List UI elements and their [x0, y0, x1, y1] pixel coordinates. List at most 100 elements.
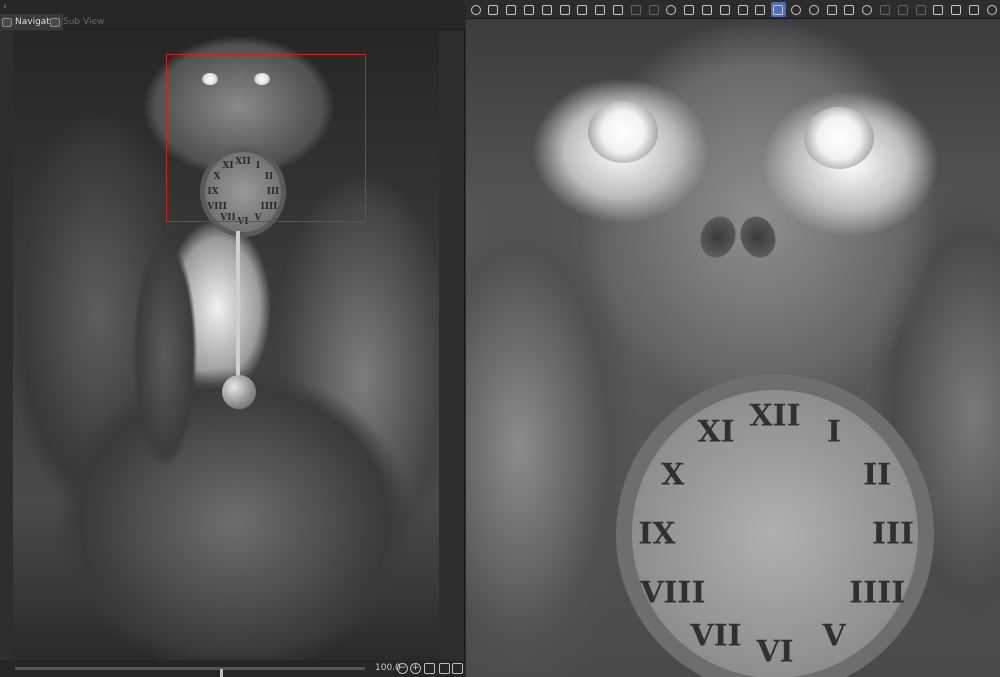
redo-icon[interactable] — [646, 2, 661, 17]
clock-numeral: X — [661, 457, 685, 493]
ruler-icon[interactable] — [753, 2, 768, 17]
loading-icon-glyph — [666, 4, 677, 15]
clock-numeral: VI — [756, 634, 794, 670]
rotate-icon-glyph — [808, 4, 819, 15]
tab-sub-view[interactable]: Sub View — [48, 14, 108, 30]
flip-icon[interactable] — [824, 2, 839, 17]
clock-numeral: III — [871, 516, 915, 552]
zoom-out-icon[interactable]: − — [397, 663, 408, 674]
rotate-view-icon[interactable] — [439, 663, 450, 674]
open-file-icon[interactable] — [539, 2, 554, 17]
hand-icon[interactable] — [966, 2, 981, 17]
confirm-icon-glyph — [915, 4, 926, 15]
layer-icon-glyph — [951, 4, 962, 15]
clip-studio-window: ‹ Navigator Sub View XII I II III IIII V VI VII… — [0, 0, 1000, 677]
transform-icon-glyph — [737, 4, 748, 15]
hand-icon-glyph — [968, 4, 979, 15]
pendulum-bob — [222, 375, 256, 409]
flip-icon-glyph — [826, 4, 837, 15]
pen-icon[interactable] — [842, 2, 857, 17]
sub-view-icon — [50, 17, 60, 27]
collapse-panel-icon[interactable]: ‹ — [3, 1, 13, 13]
cancel-icon[interactable] — [877, 2, 892, 17]
crop-icon-glyph — [933, 4, 944, 15]
lasso-icon[interactable] — [699, 2, 714, 17]
save-icon-glyph — [559, 4, 570, 15]
clock-numeral: IIII — [849, 575, 906, 611]
creature-nostril-right — [734, 211, 782, 263]
fill-icon[interactable] — [717, 2, 732, 17]
clock-numeral: II — [863, 457, 892, 493]
loading-icon[interactable] — [664, 2, 679, 17]
ruler-icon-glyph — [755, 4, 766, 15]
zoom-icon[interactable] — [788, 2, 803, 17]
creature-eye-right — [804, 107, 874, 169]
command-bar — [466, 0, 1000, 19]
close-file-icon-glyph — [506, 4, 517, 15]
tab-sub-view-label: Sub View — [63, 17, 105, 27]
selection-icon[interactable] — [682, 2, 697, 17]
new-file-icon-glyph — [523, 4, 534, 15]
viewport-indicator[interactable] — [166, 54, 366, 222]
clock-numeral: V — [822, 618, 846, 654]
copy-icon[interactable] — [610, 2, 625, 17]
creature-eye-left — [588, 101, 658, 163]
flip-view-icon[interactable] — [452, 663, 463, 674]
zoom-slider[interactable] — [15, 667, 365, 677]
zoom-icon-glyph — [790, 4, 801, 15]
pen-icon-glyph — [844, 4, 855, 15]
color-wheel-icon-glyph — [986, 4, 997, 15]
panel-header-bar: ‹ — [0, 0, 465, 14]
print-icon[interactable] — [593, 2, 608, 17]
navigator-icon — [2, 17, 12, 27]
blend-icon-glyph — [862, 4, 873, 15]
zoom-in-icon[interactable]: + — [410, 663, 421, 674]
transform-icon[interactable] — [735, 2, 750, 17]
undo-history-icon-glyph — [488, 4, 499, 15]
undo-icon[interactable] — [628, 2, 643, 17]
close-file-icon[interactable] — [504, 2, 519, 17]
open-file-icon-glyph — [541, 4, 552, 15]
blend-icon[interactable] — [860, 2, 875, 17]
lasso-icon-glyph — [701, 4, 712, 15]
navigator-preview[interactable]: XII I II III IIII V VI VII VIII IX X XI — [13, 31, 439, 660]
clock-numeral: I — [826, 414, 842, 450]
main-canvas[interactable]: XII I II III IIII V VI VII VIII IX X XI — [466, 19, 1000, 677]
selection-icon-glyph — [684, 4, 695, 15]
redo-icon-glyph — [648, 4, 659, 15]
export-icon[interactable] — [575, 2, 590, 17]
print-icon-glyph — [595, 4, 606, 15]
copy-icon-glyph — [612, 4, 623, 15]
clock-numeral: VIII — [640, 575, 706, 611]
logo-icon-glyph — [470, 4, 481, 15]
clock-numeral: IX — [638, 516, 676, 552]
export-icon-glyph — [577, 4, 588, 15]
navigator-controls: 100.0 − + — [0, 660, 465, 677]
clock-face-zoomed: XII I II III IIII V VI VII VIII IX X XI — [616, 374, 934, 677]
logo-icon[interactable] — [468, 2, 483, 17]
clear-icon-glyph — [897, 4, 908, 15]
clock-numeral: XI — [697, 414, 735, 450]
cancel-icon-glyph — [879, 4, 890, 15]
layer-icon[interactable] — [949, 2, 964, 17]
frame-icon[interactable] — [770, 2, 786, 17]
pendulum-rod — [236, 231, 240, 381]
creature-nostril-left — [694, 211, 742, 263]
undo-icon-glyph — [630, 4, 641, 15]
clear-icon[interactable] — [895, 2, 910, 17]
crop-icon[interactable] — [931, 2, 946, 17]
undo-history-icon[interactable] — [486, 2, 501, 17]
color-wheel-icon[interactable] — [984, 2, 999, 17]
frame-icon-glyph — [773, 4, 784, 15]
clock-numeral: VII — [690, 618, 742, 654]
confirm-icon[interactable] — [913, 2, 928, 17]
fill-icon-glyph — [719, 4, 730, 15]
panel-tab-bar: Navigator Sub View — [0, 14, 465, 30]
navigator-panel: ‹ Navigator Sub View XII I II III IIII V VI VII… — [0, 0, 465, 677]
fit-to-window-icon[interactable] — [424, 663, 435, 674]
save-icon[interactable] — [557, 2, 572, 17]
zoom-slider-thumb[interactable] — [220, 669, 223, 677]
new-file-icon[interactable] — [521, 2, 536, 17]
man-figure — [125, 225, 205, 545]
rotate-icon[interactable] — [806, 2, 821, 17]
